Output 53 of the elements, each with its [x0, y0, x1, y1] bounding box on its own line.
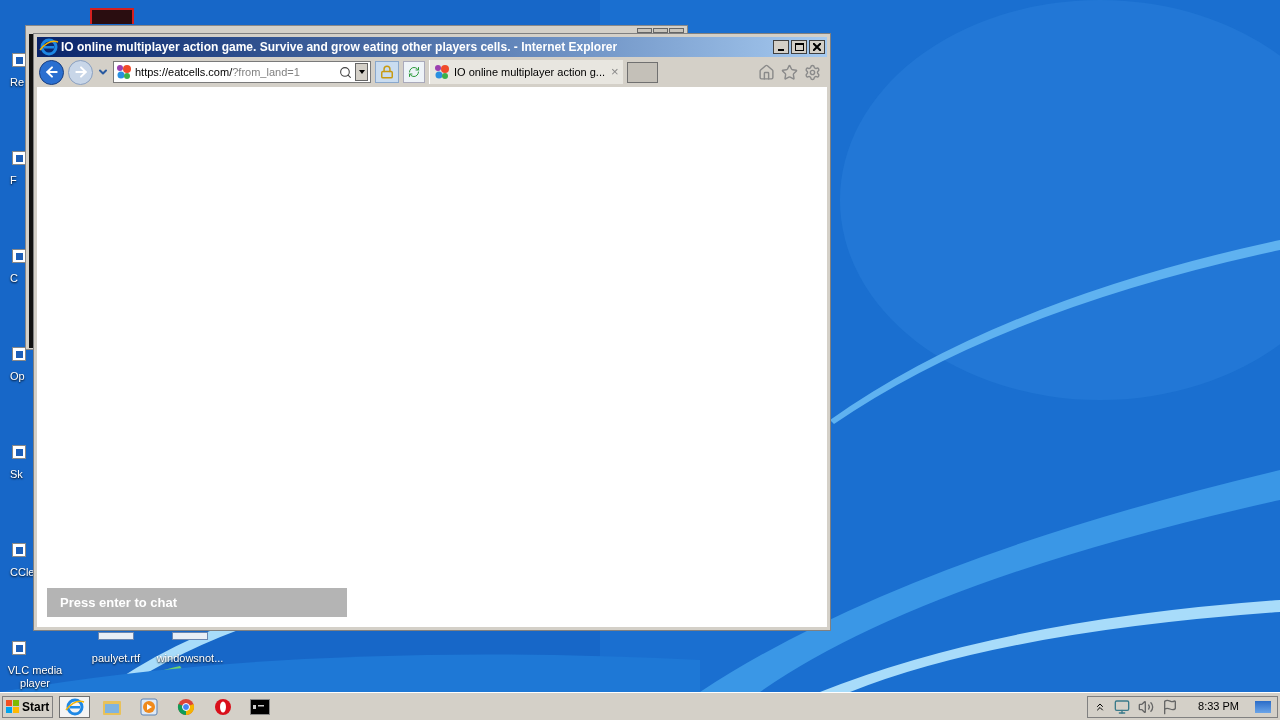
show-desktop-button[interactable]: [1255, 700, 1271, 713]
refresh-button[interactable]: [403, 61, 425, 83]
start-button[interactable]: Start: [2, 695, 54, 718]
address-field[interactable]: https://eatcells.com/?from_land=1: [113, 61, 371, 83]
minimize-button[interactable]: [773, 40, 789, 54]
back-button[interactable]: [39, 59, 64, 85]
site-icon: [434, 64, 450, 80]
shortcut-icon[interactable]: [12, 151, 26, 165]
opera-icon: [213, 697, 232, 716]
close-button[interactable]: [809, 40, 825, 54]
star-icon[interactable]: [781, 63, 798, 81]
icon-label: Op: [9, 370, 25, 383]
maximize-button[interactable]: [791, 40, 807, 54]
chrome-icon: [176, 697, 195, 716]
icon-label: Re: [9, 76, 25, 89]
network-icon[interactable]: [1114, 698, 1131, 715]
address-text: https://eatcells.com/?from_land=1: [135, 64, 300, 80]
back-icon: [43, 64, 60, 80]
lock-icon: [380, 65, 394, 79]
tab-title: IO online multiplayer action g...: [454, 64, 606, 80]
volume-icon[interactable]: [1138, 698, 1155, 715]
terminal-icon: [249, 698, 270, 715]
browser-tab[interactable]: IO online multiplayer action g... ×: [429, 60, 623, 84]
chat-field[interactable]: Press enter to chat: [47, 588, 347, 617]
clock[interactable]: 8:33 PM: [1198, 698, 1239, 715]
forward-icon: [72, 64, 89, 80]
windows-logo-icon: [6, 699, 20, 714]
document-icon[interactable]: [172, 632, 208, 640]
shortcut-icon[interactable]: [12, 347, 26, 361]
app-icon[interactable]: [90, 8, 134, 24]
icon-label: Sk: [9, 468, 23, 481]
icon-label: paulyet.rtf: [91, 651, 141, 666]
shortcut-icon[interactable]: [12, 53, 26, 67]
browser-e-icon: [39, 37, 59, 57]
icon-label: CCle: [9, 566, 35, 579]
play-icon: [139, 697, 158, 716]
icon-label: F: [9, 174, 17, 187]
close-icon: [813, 43, 821, 51]
browser-e-icon: [64, 696, 85, 717]
refresh-icon: [408, 66, 420, 78]
site-icon: [116, 64, 132, 80]
flag-icon[interactable]: [1162, 698, 1179, 715]
icon-label: VLC media player: [6, 664, 64, 690]
dropdown-button[interactable]: [355, 63, 368, 81]
document-icon[interactable]: [98, 632, 134, 640]
new-tab-button[interactable]: [626, 61, 658, 83]
shortcut-icon[interactable]: [12, 249, 26, 263]
search-icon[interactable]: [339, 65, 352, 79]
icon-label: C: [9, 272, 18, 285]
window-title: IO online multiplayer action game. Survive and grow eating other players cells. - Internet Explorer: [61, 39, 618, 56]
shortcut-icon[interactable]: [12, 543, 26, 557]
shortcut-icon[interactable]: [12, 641, 26, 655]
shortcut-icon[interactable]: [12, 445, 26, 459]
